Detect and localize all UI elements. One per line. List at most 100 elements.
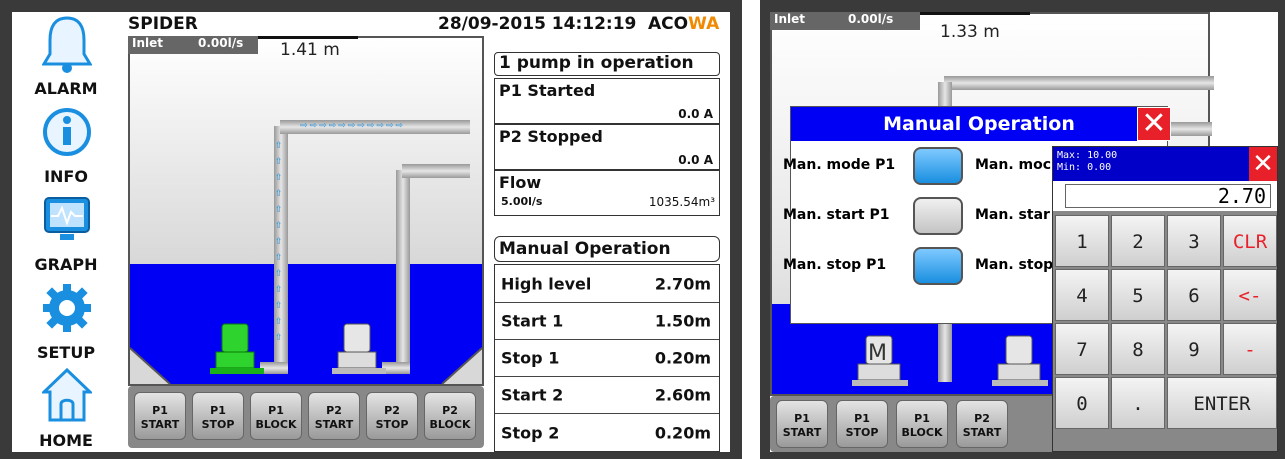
app-title: SPIDER — [128, 14, 198, 34]
key-8[interactable]: 8 — [1111, 323, 1165, 375]
gear-icon — [43, 284, 91, 332]
p1-start-button[interactable]: P1 START — [776, 400, 828, 448]
level-row: Start 1 1.50m — [495, 302, 719, 339]
button-line-2: STOP — [845, 426, 879, 439]
level-label: High level — [501, 274, 592, 293]
button-line-1: P1 — [210, 404, 226, 417]
man-mode-p1-label: Man. mode P1 — [783, 157, 896, 173]
button-line-1: P2 — [974, 412, 990, 425]
sidebar-info[interactable]: INFO — [14, 100, 118, 186]
man-stop-p1-toggle[interactable] — [913, 247, 963, 285]
brand-logo: ACOWA — [648, 14, 719, 34]
p1-status-box: P1 Started 0.0 A — [494, 78, 720, 124]
man-start-p1-toggle[interactable] — [913, 197, 963, 235]
close-icon: ✕ — [1252, 149, 1274, 179]
inlet-box: Inlet 0.00l/s — [128, 36, 258, 54]
p1-current: 0.0 A — [678, 107, 713, 121]
level-row: Stop 1 0.20m — [495, 339, 719, 376]
button-line-1: P1 — [794, 412, 810, 425]
pipe-p2-vertical — [396, 170, 410, 366]
level-value: 1.50m — [654, 311, 711, 331]
flow-arrows: ⇨⇨⇨⇨⇨⇨⇨⇨⇨⇨⇨ — [300, 121, 405, 131]
man-mode-p1-toggle[interactable] — [913, 147, 963, 185]
keypad-close-button[interactable]: ✕ — [1249, 147, 1277, 181]
sidebar-setup[interactable]: SETUP — [14, 276, 118, 362]
manual-operation-button[interactable]: Manual Operation — [494, 236, 720, 262]
sidebar-graph-label: GRAPH — [34, 255, 98, 274]
p1-status-label: P1 Started — [499, 81, 596, 100]
button-line-1: P1 — [268, 404, 284, 417]
sidebar-alarm[interactable]: ALARM — [14, 12, 118, 98]
flow-label: Flow — [499, 173, 542, 192]
tank-floor — [130, 38, 482, 384]
man-start-p2-label: Man. star — [975, 207, 1050, 223]
p1-block-button[interactable]: P1 BLOCK — [896, 400, 948, 448]
key-2[interactable]: 2 — [1111, 215, 1165, 267]
pipe-p1-horizontal — [944, 76, 1214, 90]
button-line-1: P2 — [384, 404, 400, 417]
bell-icon — [42, 16, 92, 73]
flow-volume: 1035.54m³ — [648, 195, 715, 209]
button-line-1: P1 — [152, 404, 168, 417]
level-label: Stop 2 — [501, 423, 560, 442]
p2-block-button[interactable]: P2 BLOCK — [424, 392, 476, 440]
inlet-label: Inlet — [132, 36, 163, 50]
pipe-p2-horizontal — [402, 164, 470, 178]
brand-part-a: ACO — [648, 14, 689, 34]
pump-p1 — [210, 323, 264, 374]
p2-start-button[interactable]: P2 START — [308, 392, 360, 440]
key-decimal[interactable]: . — [1111, 377, 1165, 429]
keypad-display[interactable]: 2.70 — [1065, 184, 1271, 208]
sidebar-setup-label: SETUP — [36, 343, 96, 362]
key-6[interactable]: 6 — [1167, 269, 1221, 321]
sidebar-info-label: INFO — [44, 167, 88, 186]
key-7[interactable]: 7 — [1055, 323, 1109, 375]
man-start-p1-label: Man. start P1 — [783, 207, 890, 223]
close-icon: ✕ — [1141, 106, 1167, 141]
key-5[interactable]: 5 — [1111, 269, 1165, 321]
button-line-1: P1 — [914, 412, 930, 425]
p2-start-button[interactable]: P2 START — [956, 400, 1008, 448]
p2-current: 0.0 A — [678, 153, 713, 167]
key-0[interactable]: 0 — [1055, 377, 1109, 429]
sidebar-home[interactable]: HOME — [14, 364, 118, 450]
info-icon — [43, 108, 91, 156]
p2-stop-button[interactable]: P2 STOP — [366, 392, 418, 440]
main-screen-inner: ALARM INFO GRAPH SETUP HOME SPIDER 28/09… — [12, 12, 730, 452]
p1-stop-button[interactable]: P1 STOP — [836, 400, 888, 448]
button-line-1: P2 — [442, 404, 458, 417]
sidebar-graph[interactable]: GRAPH — [14, 188, 118, 274]
datetime: 28/09-2015 14:12:19 — [438, 14, 637, 34]
level-value: 0.20m — [654, 348, 711, 368]
manual-screen-inner: M Inlet 0.00l/s 1.33 m Manual Operation … — [770, 12, 1278, 452]
level-label: Stop 1 — [501, 348, 560, 368]
button-line-2: BLOCK — [429, 418, 471, 431]
level-readout: 1.41 m — [280, 40, 340, 60]
pump-p1: M — [852, 335, 908, 386]
key-backspace[interactable]: <- — [1223, 269, 1277, 321]
inlet-pipe — [920, 12, 1030, 15]
man-stop-p1-label: Man. stop P1 — [783, 257, 887, 273]
man-stop-p2-label: Man. stop — [975, 257, 1054, 273]
key-clr[interactable]: CLR — [1223, 215, 1277, 267]
key-4[interactable]: 4 — [1055, 269, 1109, 321]
dialog-close-button[interactable]: ✕ — [1137, 107, 1171, 141]
man-mode-p2-label: Man. moc — [975, 157, 1052, 173]
p1-stop-button[interactable]: P1 STOP — [192, 392, 244, 440]
sidebar-alarm-label: ALARM — [34, 79, 98, 98]
level-value: 0.20m — [654, 423, 711, 442]
key-enter[interactable]: ENTER — [1167, 377, 1277, 429]
levels-table: High level 2.70m Start 1 1.50m Stop 1 0.20m… — [494, 264, 720, 452]
key-9[interactable]: 9 — [1167, 323, 1221, 375]
key-3[interactable]: 3 — [1167, 215, 1221, 267]
inlet-pipe — [258, 36, 358, 39]
tank: ⇨⇨⇨⇨⇨⇨⇨⇨⇨⇨⇨ ⇧ ⇧ ⇧ ⇧ ⇧ ⇧ ⇧ ⇧ ⇧ ⇧ ⇧ ⇧ ⇧ — [128, 36, 484, 386]
p1-start-button[interactable]: P1 START — [134, 392, 186, 440]
p1-block-button[interactable]: P1 BLOCK — [250, 392, 302, 440]
home-icon — [42, 367, 92, 422]
key-1[interactable]: 1 — [1055, 215, 1109, 267]
flow-arrows-vertical: ⇧ ⇧ ⇧ ⇧ ⇧ ⇧ ⇧ ⇧ ⇧ ⇧ ⇧ ⇧ ⇧ — [275, 141, 283, 343]
status-banner: 1 pump in operation — [494, 52, 720, 76]
key-minus[interactable]: - — [1223, 323, 1277, 375]
level-label: Start 1 — [501, 311, 564, 331]
